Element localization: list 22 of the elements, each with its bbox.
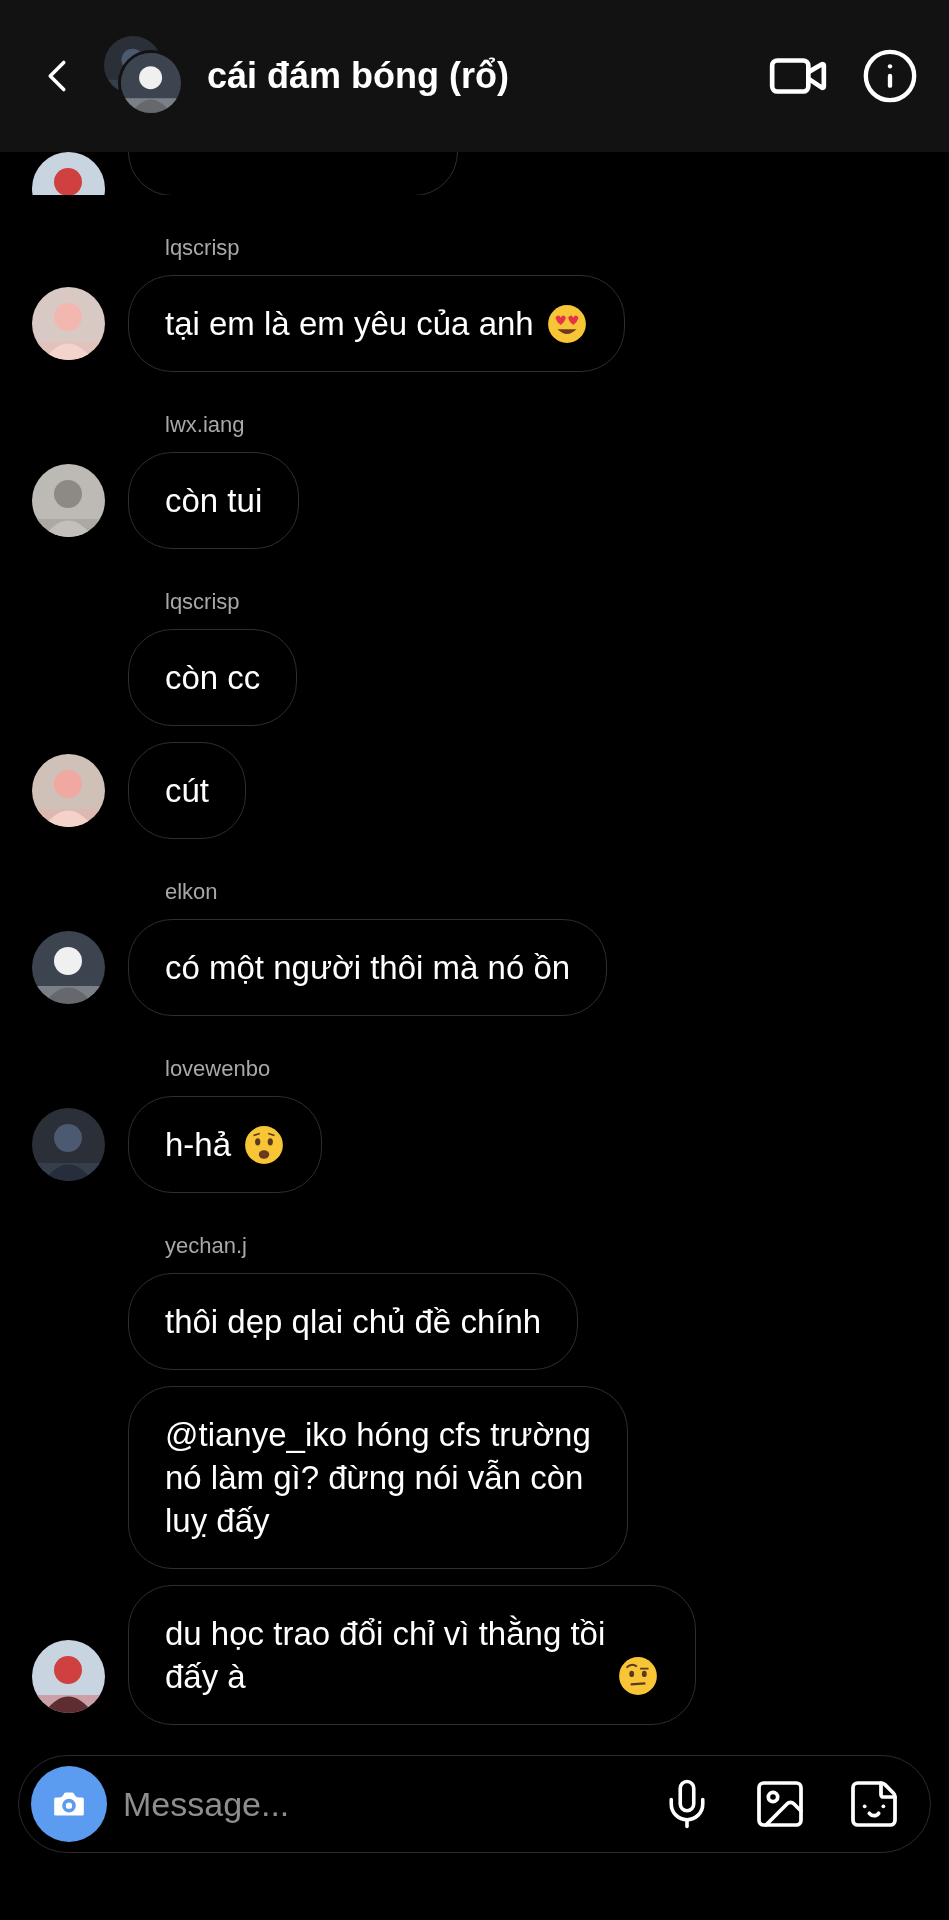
camera-button[interactable] — [31, 1766, 107, 1842]
message-text: du học trao đổi chỉ vì thằng tồi đấy à — [165, 1614, 606, 1697]
message-text: còn cc — [165, 658, 261, 698]
chat-title: cái đám bóng (rổ) — [207, 54, 509, 98]
sender-name: yechan.j — [165, 1233, 248, 1259]
heart-eyes-emoji-icon — [545, 303, 588, 345]
message-text: tại em là em yêu của anh — [165, 304, 534, 344]
message-text: thôi dẹp qlai chủ đề chính — [165, 1302, 542, 1342]
raised-eyebrow-emoji-icon — [617, 1655, 660, 1697]
sender-name: lqscrisp — [165, 235, 241, 261]
message-text: @tianye_iko hóng cfs trường nó làm gì? đừng nói vẫn còn luỵ đấy — [165, 1415, 591, 1541]
surprised-face-emoji-icon — [243, 1124, 286, 1166]
message-input[interactable]: Message... — [123, 1778, 660, 1830]
message-text: có một người thôi mà nó ồn — [165, 948, 571, 988]
message-text: cút — [165, 771, 210, 811]
sender-name: lwx.iang — [165, 412, 246, 438]
info-icon[interactable] — [861, 47, 919, 105]
message-text: còn tui — [165, 481, 263, 521]
message-text: h-hả — [165, 1125, 232, 1165]
sender-name: elkon — [165, 879, 219, 905]
sender-name: lovewenbo — [165, 1056, 272, 1082]
sender-name: lqscrisp — [165, 589, 241, 615]
